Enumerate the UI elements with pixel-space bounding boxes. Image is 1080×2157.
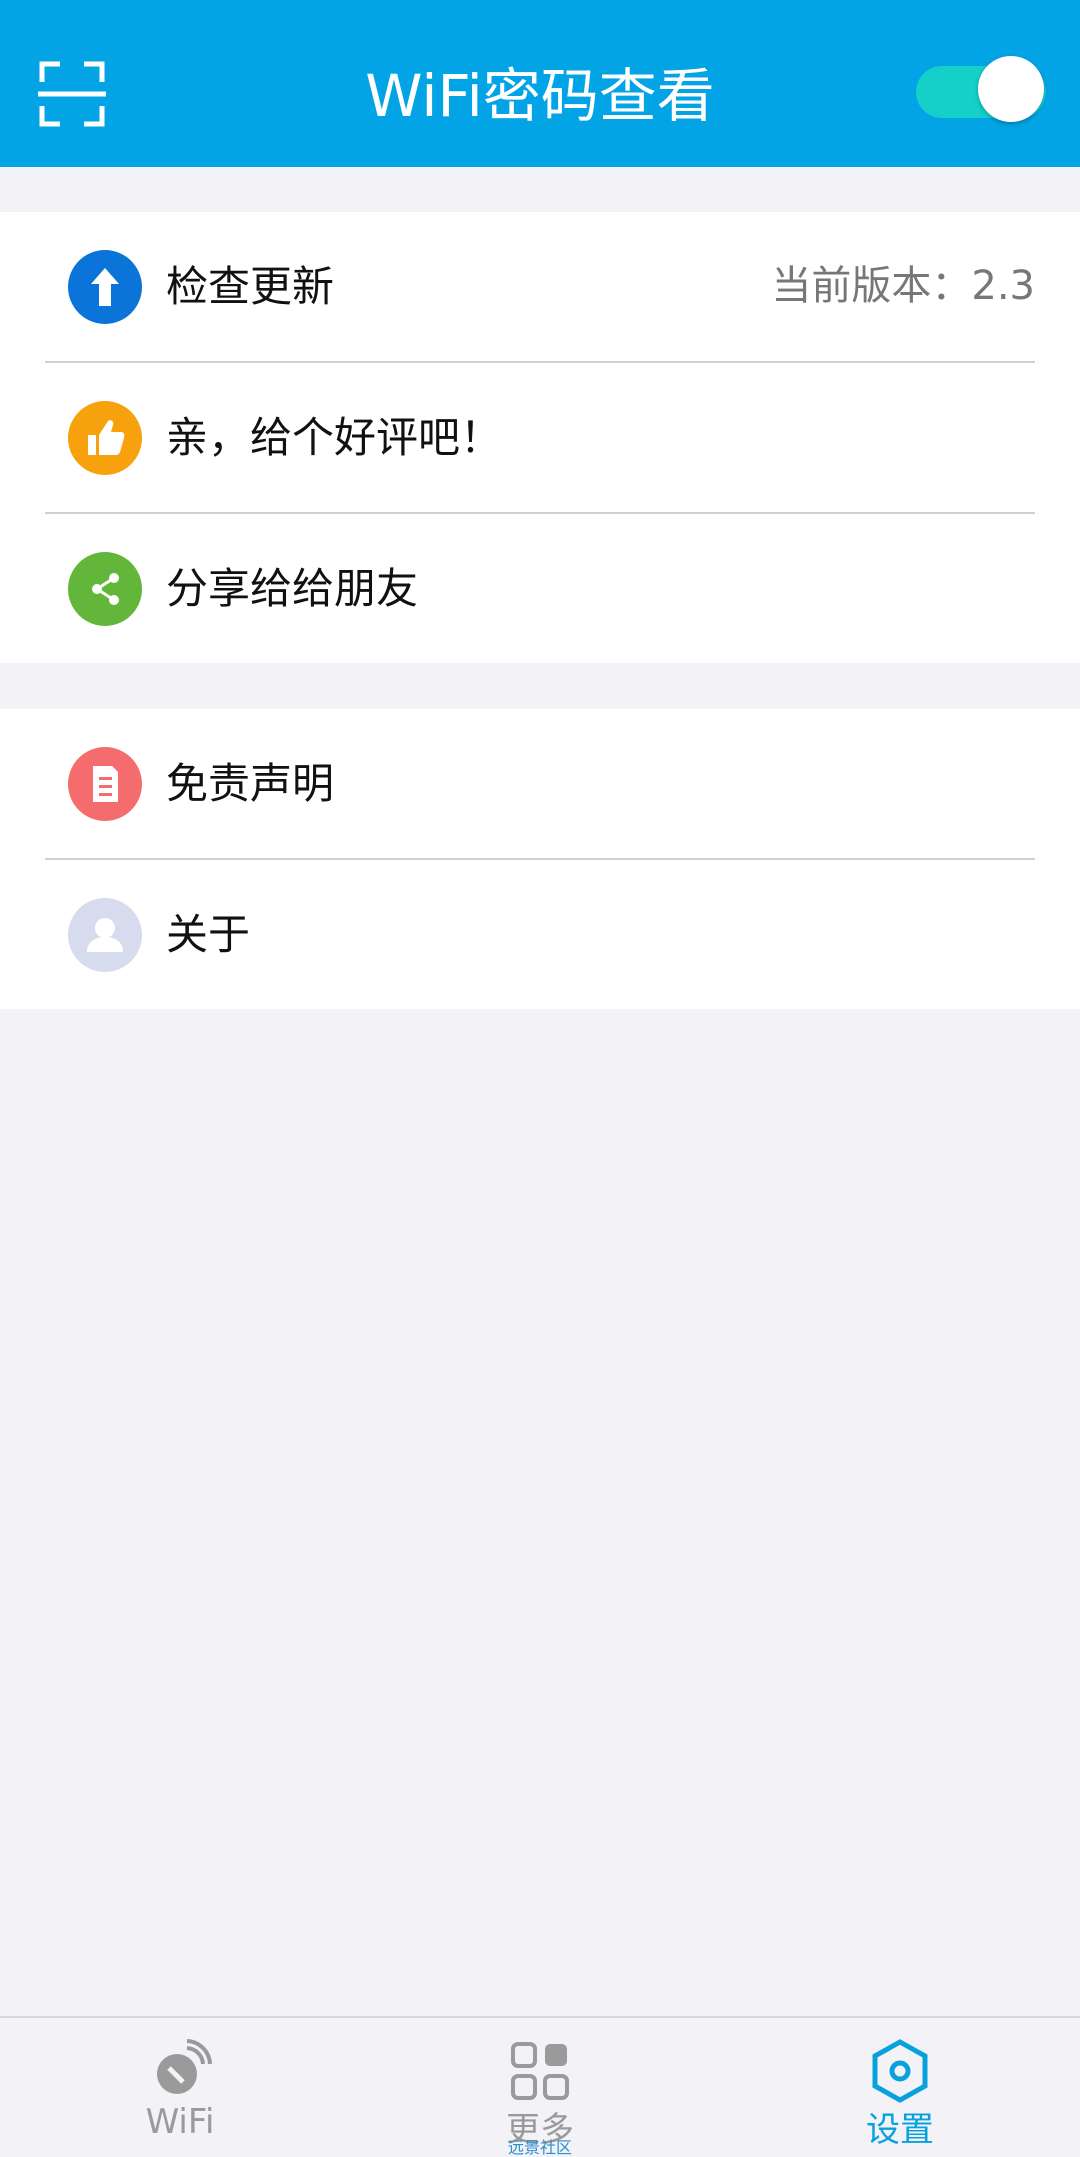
rate-app-label: 亲，给个好评吧！ xyxy=(166,413,503,462)
share-label: 分享给给朋友 xyxy=(166,564,419,613)
thumbs-up-icon xyxy=(68,401,142,475)
nav-wifi[interactable]: WiFi xyxy=(80,2018,280,2149)
settings-group-1: 检查更新 当前版本：2.3 亲，给个好评吧！ 分享给给朋友 xyxy=(0,212,1080,663)
nav-settings-label: 设置 xyxy=(866,2110,934,2150)
nav-more[interactable]: 更多 远景社区 xyxy=(440,2018,640,2156)
rate-app-row[interactable]: 亲，给个好评吧！ xyxy=(0,363,1080,514)
disclaimer-row[interactable]: 免责声明 xyxy=(0,709,1080,860)
arrow-up-icon xyxy=(68,250,142,324)
app-header: WiFi密码查看 xyxy=(0,0,1080,167)
settings-group-2: 免责声明 关于 xyxy=(0,709,1080,1009)
watermark-text: 远景社区 xyxy=(507,2138,572,2157)
wifi-satellite-icon xyxy=(157,2039,212,2094)
user-icon xyxy=(68,898,142,972)
document-icon xyxy=(68,747,142,821)
grid-icon xyxy=(511,2042,569,2100)
version-label: 当前版本：2.3 xyxy=(771,263,1035,309)
nav-wifi-label: WiFi xyxy=(145,2102,215,2142)
share-icon xyxy=(68,552,142,626)
settings-hexagon-icon xyxy=(872,2039,928,2103)
check-update-row[interactable]: 检查更新 当前版本：2.3 xyxy=(0,212,1080,363)
disclaimer-label: 免责声明 xyxy=(166,759,335,808)
about-row[interactable]: 关于 xyxy=(0,860,1080,1009)
toggle-knob[interactable] xyxy=(978,56,1044,122)
nav-settings[interactable]: 设置 xyxy=(800,2018,1000,2150)
bottom-nav: WiFi 更多 远景社区 设置 xyxy=(0,2016,1080,2156)
about-label: 关于 xyxy=(166,910,251,959)
share-row[interactable]: 分享给给朋友 xyxy=(0,514,1080,663)
check-update-label: 检查更新 xyxy=(166,262,335,311)
